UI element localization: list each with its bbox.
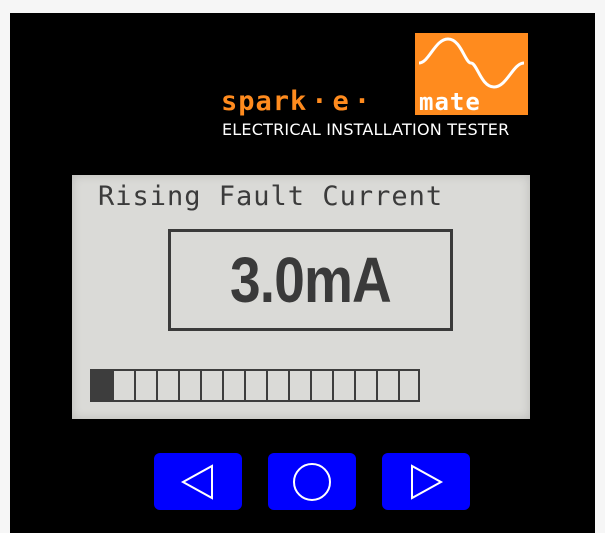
progress-segment [112, 369, 134, 402]
logo-separator: · [311, 86, 329, 117]
progress-segment [310, 369, 332, 402]
progress-segment [354, 369, 376, 402]
device-subtitle: ELECTRICAL INSTALLATION TESTER [222, 120, 510, 139]
progress-segment [178, 369, 200, 402]
progress-bar [90, 369, 420, 402]
lcd-value: 3.0mA [230, 244, 392, 316]
left-button[interactable] [154, 453, 242, 510]
progress-segment [222, 369, 244, 402]
lcd-value-box: 3.0mA [168, 229, 453, 331]
right-button[interactable] [382, 453, 470, 510]
progress-segment [266, 369, 288, 402]
progress-segment [288, 369, 310, 402]
circle-icon [293, 462, 331, 501]
progress-segment [200, 369, 222, 402]
progress-segment [332, 369, 354, 402]
progress-segment [134, 369, 156, 402]
device-frame: spark · e · mate ELECTRICAL INSTALLATION… [0, 0, 605, 533]
lcd-screen: Rising Fault Current 3.0mA [72, 175, 530, 419]
progress-segment [156, 369, 178, 402]
progress-segment [376, 369, 398, 402]
center-button[interactable] [268, 453, 356, 510]
logo-word-mate: mate [419, 88, 481, 116]
logo-word-e: e [332, 86, 350, 117]
triangle-right-icon [411, 463, 444, 500]
triangle-left-icon [180, 463, 213, 500]
progress-segment [90, 369, 112, 402]
logo-word-spark: spark [221, 86, 308, 117]
logo-separator: · [353, 86, 372, 117]
lcd-title: Rising Fault Current [98, 181, 444, 212]
progress-segment [398, 369, 420, 402]
logo-wordmark: spark · e · [221, 88, 371, 116]
progress-segment [244, 369, 266, 402]
